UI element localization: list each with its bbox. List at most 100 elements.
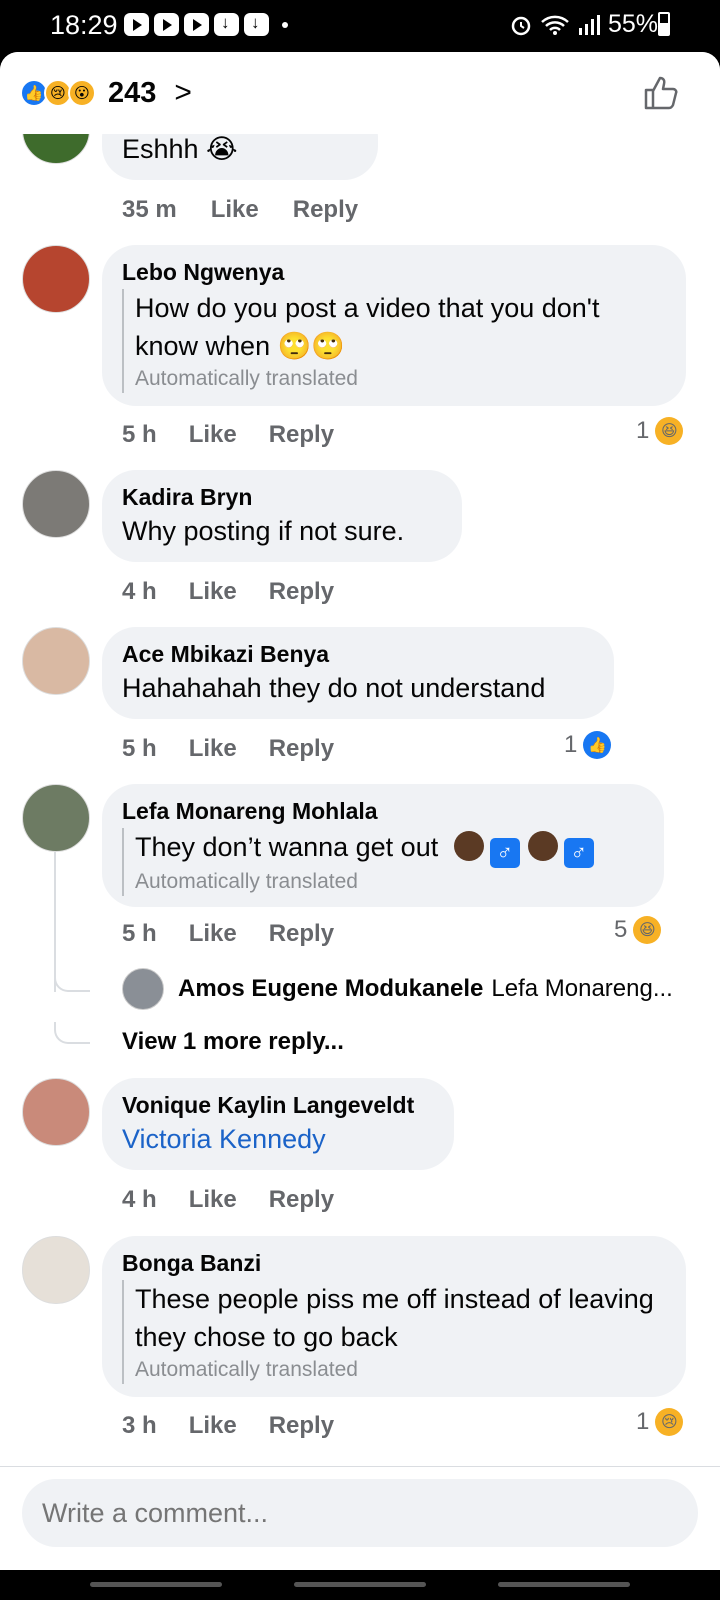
reaction-count: 1 <box>564 731 578 758</box>
mention-link[interactable]: Victoria Kennedy <box>122 1120 434 1158</box>
avatar[interactable] <box>22 1236 90 1304</box>
commenter-name[interactable]: Lebo Ngwenya <box>122 257 666 287</box>
thread-branch <box>54 970 90 992</box>
translation-note[interactable]: Automatically translated <box>135 868 644 896</box>
status-time: 18:29 <box>50 10 118 40</box>
translated-quote: They don’t wanna get out ♂ ♂ Automaticall… <box>122 828 644 896</box>
comment-text: They don’t wanna get out <box>135 832 439 862</box>
facepalm-icon <box>527 831 558 861</box>
comment-text: Why posting if not sure. <box>122 516 405 546</box>
reply-button[interactable]: Reply <box>269 920 334 948</box>
comment-time: 5 h <box>122 421 157 448</box>
nav-recent-button[interactable] <box>90 1582 222 1587</box>
comment-time: 5 h <box>122 735 157 762</box>
comment-bubble: Lebo Ngwenya How do you post a video tha… <box>102 245 686 406</box>
status-right: 55% <box>510 10 658 39</box>
like-button[interactable]: Like <box>189 735 237 763</box>
reply-preview[interactable]: Amos Eugene Modukanele Lefa Monareng... <box>122 968 673 1010</box>
like-button[interactable]: Like <box>189 578 237 606</box>
status-bar: 18:29 55% <box>0 0 720 52</box>
reactions-summary[interactable]: 👍 😢 😮 243 > <box>20 76 192 110</box>
reply-button[interactable]: Reply <box>269 578 334 606</box>
comment-text: These people piss me off instead of leav… <box>135 1284 654 1352</box>
comment-reactions[interactable]: 5 😆 <box>614 916 662 944</box>
like-button[interactable]: Like <box>189 1186 237 1214</box>
system-nav-bar <box>0 1570 720 1600</box>
download-icon <box>244 13 269 36</box>
avatar[interactable] <box>22 245 90 313</box>
youtube-icon <box>154 13 179 36</box>
comment-actions: 5 h Like Reply <box>122 920 334 948</box>
battery-percent: 55% <box>607 10 658 38</box>
haha-icon: 😆 <box>633 916 662 944</box>
wifi-icon <box>541 15 569 35</box>
comment-time: 4 h <box>122 1186 157 1213</box>
comment-bubble: Vonique Kaylin Langeveldt Victoria Kenne… <box>102 1078 454 1170</box>
reaction-count: 5 <box>614 916 628 943</box>
notification-icons <box>124 13 288 36</box>
view-more-replies-link[interactable]: View 1 more reply... <box>122 1028 344 1056</box>
comment-bubble: Ace Mbikazi Benya Hahahahah they do not … <box>102 627 614 719</box>
reply-snippet: Lefa Monareng... <box>491 975 673 1002</box>
comment-text: How do you post a video that you don't k… <box>135 293 600 361</box>
reply-button[interactable]: Reply <box>269 1186 334 1214</box>
commenter-name[interactable]: Lefa Monareng Mohlala <box>122 796 644 826</box>
comment-actions: 35 m Like Reply <box>122 196 358 224</box>
avatar[interactable] <box>22 784 90 852</box>
comment-actions: 5 h Like Reply <box>122 421 334 449</box>
like-icon: 👍 <box>583 731 612 759</box>
avatar[interactable] <box>22 470 90 538</box>
comment-time: 35 m <box>122 196 177 223</box>
chevron-right-icon: > <box>174 76 192 109</box>
avatar[interactable] <box>22 627 90 695</box>
comments-sheet: 👍 😢 😮 243 > Eshhh 😭 35 m Like Reply Lebo… <box>0 52 720 1570</box>
download-icon <box>214 13 239 36</box>
translation-note[interactable]: Automatically translated <box>135 365 666 393</box>
comment-reactions[interactable]: 1 👍 <box>564 731 612 759</box>
comment-bubble: Lefa Monareng Mohlala They don’t wanna g… <box>102 784 664 907</box>
comment-bubble: Bonga Banzi These people piss me off ins… <box>102 1236 686 1397</box>
reply-button[interactable]: Reply <box>269 1412 334 1440</box>
battery-icon <box>658 12 670 36</box>
reaction-count: 243 <box>108 76 157 109</box>
translated-quote: These people piss me off instead of leav… <box>122 1280 666 1384</box>
youtube-icon <box>184 13 209 36</box>
comment-reactions[interactable]: 1 😢 <box>636 1408 684 1436</box>
translated-quote: How do you post a video that you don't k… <box>122 289 666 393</box>
commenter-name[interactable]: Kadira Bryn <box>122 482 442 512</box>
youtube-icon <box>124 13 149 36</box>
comments-list[interactable]: Eshhh 😭 35 m Like Reply Lebo Ngwenya How… <box>0 134 720 1534</box>
comment-bubble: Kadira Bryn Why posting if not sure. <box>102 470 462 562</box>
like-button[interactable]: Like <box>211 196 259 224</box>
comment-text-line: They don’t wanna get out ♂ ♂ <box>135 828 644 868</box>
like-button[interactable]: Like <box>189 920 237 948</box>
reply-author: Amos Eugene Modukanele <box>178 975 484 1002</box>
comment-text: Hahahahah they do not understand <box>122 673 546 703</box>
like-button[interactable]: Like <box>189 421 237 449</box>
reply-button[interactable]: Reply <box>269 421 334 449</box>
commenter-name[interactable]: Bonga Banzi <box>122 1248 666 1278</box>
comment-reactions[interactable]: 1 😆 <box>636 417 684 445</box>
translation-note[interactable]: Automatically translated <box>135 1356 666 1384</box>
comment-bubble: Eshhh 😭 <box>102 134 378 180</box>
comment-actions: 3 h Like Reply <box>122 1412 334 1440</box>
avatar[interactable] <box>22 134 90 164</box>
haha-icon: 😆 <box>655 417 684 445</box>
reply-button[interactable]: Reply <box>269 735 334 763</box>
comment-text: Eshhh 😭 <box>122 134 238 164</box>
like-button[interactable]: Like <box>189 1412 237 1440</box>
avatar[interactable] <box>22 1078 90 1146</box>
male-sign-icon: ♂ <box>489 838 520 868</box>
reaction-count: 1 <box>636 417 650 444</box>
sad-icon: 😢 <box>655 1408 684 1436</box>
reply-button[interactable]: Reply <box>293 196 358 224</box>
nav-back-button[interactable] <box>498 1582 630 1587</box>
commenter-name[interactable]: Vonique Kaylin Langeveldt <box>122 1090 434 1120</box>
male-sign-icon: ♂ <box>563 838 594 868</box>
comment-time: 3 h <box>122 1412 157 1439</box>
comment-input[interactable] <box>22 1479 698 1547</box>
wow-icon: 😮 <box>68 79 96 107</box>
commenter-name[interactable]: Ace Mbikazi Benya <box>122 639 594 669</box>
nav-home-button[interactable] <box>294 1582 426 1587</box>
thumbs-up-icon[interactable] <box>642 74 680 112</box>
